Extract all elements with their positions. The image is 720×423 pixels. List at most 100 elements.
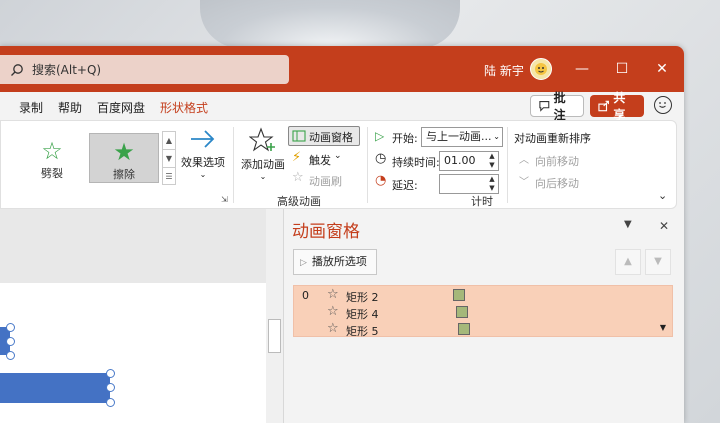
timeline-bar[interactable] <box>453 289 465 301</box>
timeline-bar[interactable] <box>458 323 470 335</box>
effect-options-label: 效果选项 <box>181 156 225 169</box>
feedback-smiley-icon[interactable] <box>654 96 672 114</box>
ribbon-tabs: 录制 帮助 百度网盘 形状格式 批注 共享 <box>0 91 684 122</box>
animation-pane-title: 动画窗格 <box>292 222 360 242</box>
add-animation-label: 添加动画 <box>241 158 285 171</box>
item-name: 矩形 2 <box>346 291 379 304</box>
delay-label: 延迟: <box>392 179 418 192</box>
pane-close-icon[interactable]: ✕ <box>659 219 669 233</box>
resize-handle[interactable] <box>106 398 115 407</box>
duration-label: 持续时间: <box>392 156 440 169</box>
resize-handle[interactable] <box>106 369 115 378</box>
list-item[interactable]: ☆ 矩形 4 <box>294 304 672 321</box>
gallery-scroll[interactable]: ▲ ▼ ☰ <box>162 131 176 185</box>
animation-wipe-label: 擦除 <box>113 168 135 181</box>
timeline-bar[interactable] <box>456 306 468 318</box>
chevron-down-icon: ⌄ <box>259 172 267 181</box>
animation-split[interactable]: ☆ 劈裂 <box>17 133 87 183</box>
chevron-up-icon: ︿ <box>519 155 529 166</box>
animation-list: 0 ☆ 矩形 2 ☆ 矩形 4 ☆ 矩形 5 ▼ <box>293 285 673 338</box>
share-label: 共享 <box>613 91 626 122</box>
search-box[interactable]: 搜索(Alt+Q) <box>0 55 289 84</box>
close-button[interactable]: ✕ <box>642 46 682 92</box>
arrow-right-icon <box>191 130 215 148</box>
move-earlier-label: 向前移动 <box>535 155 579 168</box>
powerpoint-window: 搜索(Alt+Q) 陆 新宇 — ☐ ✕ 录制 帮助 百度网盘 形状格式 批注 … <box>0 46 684 423</box>
gallery-up-icon[interactable]: ▲ <box>163 132 175 150</box>
animation-wipe[interactable]: ★ 擦除 <box>89 133 159 183</box>
item-order-number: 0 <box>302 289 309 302</box>
list-item[interactable]: 0 ☆ 矩形 2 <box>294 287 672 304</box>
effect-options-button[interactable]: 效果选项 ⌄ <box>179 127 227 191</box>
ribbon-animations: ☆ 劈裂 ★ 擦除 ▲ ▼ ☰ 效果选项 ⌄ 添加动画 ⌄ 动画窗格 ⚡ 触发 … <box>0 120 677 209</box>
pane-options-icon[interactable]: ▼ <box>624 219 632 230</box>
trigger-button[interactable]: ⚡ 触发 ⌄ <box>292 150 352 168</box>
duration-value: 01.00 <box>444 154 476 167</box>
chevron-down-icon: ﹀ <box>519 177 529 188</box>
resize-handle[interactable] <box>106 383 115 392</box>
move-later-label: 向后移动 <box>535 177 579 190</box>
resize-handle[interactable] <box>6 337 15 346</box>
tab-help[interactable]: 帮助 <box>58 99 82 116</box>
clock-icon: ◷ <box>375 151 387 166</box>
play-icon: ▷ <box>300 258 307 268</box>
chevron-down-icon: ⌄ <box>199 170 207 179</box>
duration-input[interactable]: 01.00 ▲ ▼ <box>439 151 499 171</box>
star-effect-icon: ☆ <box>327 304 339 319</box>
slide-canvas[interactable] <box>0 283 266 423</box>
animation-painter-label: 动画刷 <box>309 175 342 188</box>
animation-painter-button[interactable]: ☆ 动画刷 <box>292 170 352 189</box>
start-select-value: 与上一动画... <box>426 130 492 143</box>
add-star-icon <box>248 127 275 152</box>
add-animation-button[interactable]: 添加动画 ⌄ <box>239 127 287 191</box>
move-later-button[interactable]: ﹀ 向后移动 <box>519 173 589 191</box>
move-up-button[interactable]: ▲ <box>615 249 641 275</box>
star-effect-icon: ★ <box>113 138 135 166</box>
resize-handle[interactable] <box>6 323 15 332</box>
minimize-button[interactable]: — <box>562 46 602 92</box>
desktop-wallpaper <box>200 0 460 48</box>
user-name[interactable]: 陆 新宇 <box>484 62 524 79</box>
animation-pane: 动画窗格 ▼ ✕ ▷ 播放所选项 ▲ ▼ 0 ☆ 矩形 2 ☆ 矩形 4 ☆ 矩… <box>283 209 684 423</box>
move-earlier-button[interactable]: ︿ 向前移动 <box>519 151 589 169</box>
duration-spinner[interactable]: ▲ ▼ <box>486 152 498 170</box>
start-label: 开始: <box>392 132 418 145</box>
vertical-scrollbar[interactable] <box>266 209 283 423</box>
move-down-button[interactable]: ▼ <box>645 249 671 275</box>
play-selected-button[interactable]: ▷ 播放所选项 <box>293 249 377 275</box>
tab-shape-format[interactable]: 形状格式 <box>160 99 208 116</box>
tab-baidu-netdisk[interactable]: 百度网盘 <box>97 99 145 116</box>
animation-pane-icon <box>292 130 306 142</box>
maximize-button[interactable]: ☐ <box>602 46 642 92</box>
chevron-down-icon: ⌄ <box>493 132 500 141</box>
animation-pane-label: 动画窗格 <box>309 131 353 144</box>
share-button[interactable]: 共享 <box>590 91 644 122</box>
delay-spinner[interactable]: ▲ ▼ <box>486 175 498 193</box>
lightning-icon: ⚡ <box>292 150 302 165</box>
search-icon <box>10 63 24 77</box>
title-bar: 搜索(Alt+Q) 陆 新宇 — ☐ ✕ <box>0 46 684 92</box>
rectangle-shape[interactable] <box>0 373 110 403</box>
comment-button[interactable]: 批注 <box>530 91 584 122</box>
gallery-more-icon[interactable]: ☰ <box>163 168 175 186</box>
scrollbar-thumb[interactable] <box>268 319 281 353</box>
comment-icon <box>539 101 550 112</box>
animation-pane-button[interactable]: 动画窗格 <box>288 126 360 146</box>
tab-record[interactable]: 录制 <box>19 99 43 116</box>
share-icon <box>598 100 609 112</box>
timing-group-label: 计时 <box>471 195 493 208</box>
user-avatar[interactable] <box>530 58 552 80</box>
comment-label: 批注 <box>553 91 566 122</box>
collapse-ribbon-icon[interactable]: ⌄ <box>658 189 667 202</box>
star-effect-icon: ☆ <box>41 137 63 165</box>
start-select[interactable]: 与上一动画... ⌄ <box>421 127 503 147</box>
search-placeholder: 搜索(Alt+Q) <box>32 63 102 77</box>
delay-input[interactable]: ▲ ▼ <box>439 174 499 194</box>
list-item[interactable]: ☆ 矩形 5 ▼ <box>294 321 672 338</box>
gallery-down-icon[interactable]: ▼ <box>163 150 175 168</box>
delay-clock-icon: ◔ <box>375 173 387 188</box>
dialog-launcher-icon[interactable]: ⇲ <box>221 195 228 204</box>
item-dropdown-icon[interactable]: ▼ <box>660 323 666 332</box>
star-effect-icon: ☆ <box>327 287 339 302</box>
resize-handle[interactable] <box>6 351 15 360</box>
